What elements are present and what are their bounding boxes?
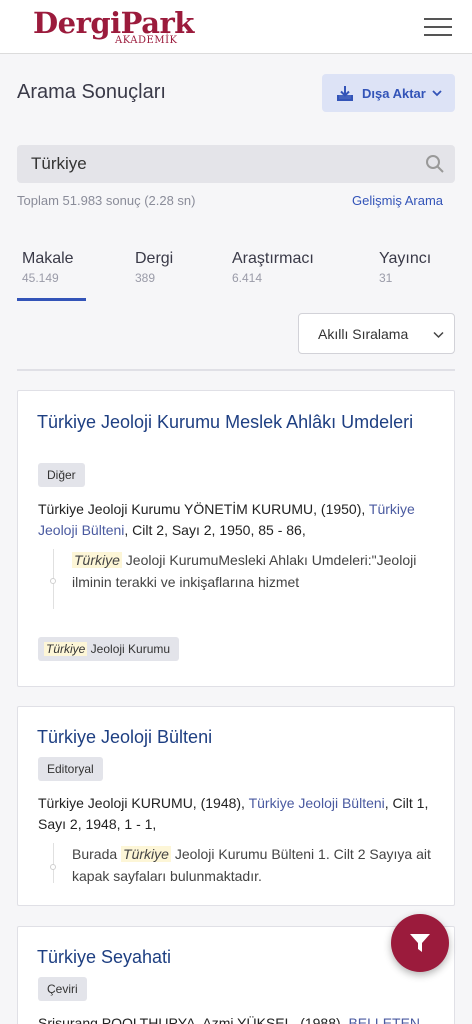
type-badge: Çeviri xyxy=(38,977,87,1001)
result-card: Türkiye Seyahati Çeviri Srisurang POOLTH… xyxy=(17,926,455,1024)
download-icon xyxy=(337,86,353,101)
tab-makale[interactable]: Makale 45.149 xyxy=(22,250,74,285)
snippet: Burada Türkiye Jeoloji Kurumu Bülteni 1.… xyxy=(72,843,432,887)
tab-count: 31 xyxy=(379,271,393,285)
dergipark-logo[interactable]: DergiPark AKADEMİK xyxy=(33,6,194,48)
result-title[interactable]: Türkiye Seyahati xyxy=(37,946,437,968)
sort-label: Akıllı Sıralama xyxy=(318,325,409,342)
menu-icon[interactable] xyxy=(424,16,454,38)
tab-count: 6.414 xyxy=(232,271,263,285)
chevron-down-icon xyxy=(433,331,444,339)
citation: Türkiye Jeoloji Kurumu YÖNETİM KURUMU, (… xyxy=(38,499,438,541)
result-card: Türkiye Jeoloji Kurumu Meslek Ahlâkı Umd… xyxy=(17,390,455,687)
highlight: Türkiye xyxy=(121,846,171,862)
search-icon[interactable] xyxy=(425,154,445,174)
keyword-chip[interactable]: Türkiye Jeoloji Kurumu xyxy=(38,637,180,661)
result-title[interactable]: Türkiye Jeoloji Kurumu Meslek Ahlâkı Umd… xyxy=(37,411,437,433)
citation-authors: Srisurang POOLTHUPYA, Azmi YÜKSEL, (1988… xyxy=(38,1015,345,1024)
result-card: Türkiye Jeoloji Bülteni Editoryal Türkiy… xyxy=(17,706,455,906)
top-bar: DergiPark AKADEMİK xyxy=(0,0,472,54)
snippet: Türkiye Jeoloji KurumuMesleki Ahlakı Umd… xyxy=(72,549,432,593)
search-input[interactable] xyxy=(17,154,407,174)
type-badge: Diğer xyxy=(38,463,85,487)
logo-subtext: AKADEMİK xyxy=(115,35,178,46)
tab-label: Araştırmacı xyxy=(232,250,314,267)
snippet-dot xyxy=(50,578,56,584)
snippet-text: Jeoloji KurumuMesleki Ahlakı Umdeleri:"J… xyxy=(72,552,417,590)
export-label: Dışa Aktar xyxy=(362,85,426,101)
export-button[interactable]: Dışa Aktar xyxy=(322,74,455,112)
filter-icon xyxy=(410,934,430,952)
journal-link[interactable]: Türkiye Jeoloji Bülteni xyxy=(249,795,385,811)
journal-link[interactable]: BELLETEN xyxy=(348,1015,420,1024)
citation-authors: Türkiye Jeoloji KURUMU, (1948), xyxy=(38,795,245,811)
tab-count: 389 xyxy=(135,271,156,285)
page-title: Arama Sonuçları xyxy=(17,81,166,103)
type-badge: Editoryal xyxy=(38,757,103,781)
tab-yayinci[interactable]: Yayıncı 31 xyxy=(379,250,431,285)
citation: Srisurang POOLTHUPYA, Azmi YÜKSEL, (1988… xyxy=(38,1013,438,1024)
tab-arastirmaci[interactable]: Araştırmacı 6.414 xyxy=(232,250,314,285)
highlight: Türkiye xyxy=(72,552,122,568)
search-box xyxy=(17,145,455,183)
sort-select[interactable]: Akıllı Sıralama xyxy=(298,313,455,354)
tab-dergi[interactable]: Dergi 389 xyxy=(135,250,173,285)
citation-authors: Türkiye Jeoloji Kurumu YÖNETİM KURUMU, (… xyxy=(38,501,366,517)
result-title[interactable]: Türkiye Jeoloji Bülteni xyxy=(37,726,437,748)
chevron-down-icon xyxy=(432,90,442,97)
filter-button[interactable] xyxy=(391,914,449,972)
tab-label: Yayıncı xyxy=(379,250,432,267)
highlight: Türkiye xyxy=(44,642,88,656)
citation: Türkiye Jeoloji KURUMU, (1948), Türkiye … xyxy=(38,793,438,835)
divider xyxy=(17,369,455,371)
snippet-dot xyxy=(50,864,56,870)
tab-label: Dergi xyxy=(135,250,174,267)
keyword-text: Jeoloji Kurumu xyxy=(87,642,171,656)
snippet-line xyxy=(53,843,54,883)
tab-label: Makale xyxy=(22,250,74,267)
citation-details: , Cilt 2, Sayı 2, 1950, 85 - 86, xyxy=(124,522,306,538)
result-total: Toplam 51.983 sonuç (2.28 sn) xyxy=(17,193,196,208)
tab-count: 45.149 xyxy=(22,271,59,285)
advanced-search-link[interactable]: Gelişmiş Arama xyxy=(352,193,443,208)
active-tab-indicator xyxy=(17,298,86,301)
snippet-prefix: Burada xyxy=(72,846,122,862)
